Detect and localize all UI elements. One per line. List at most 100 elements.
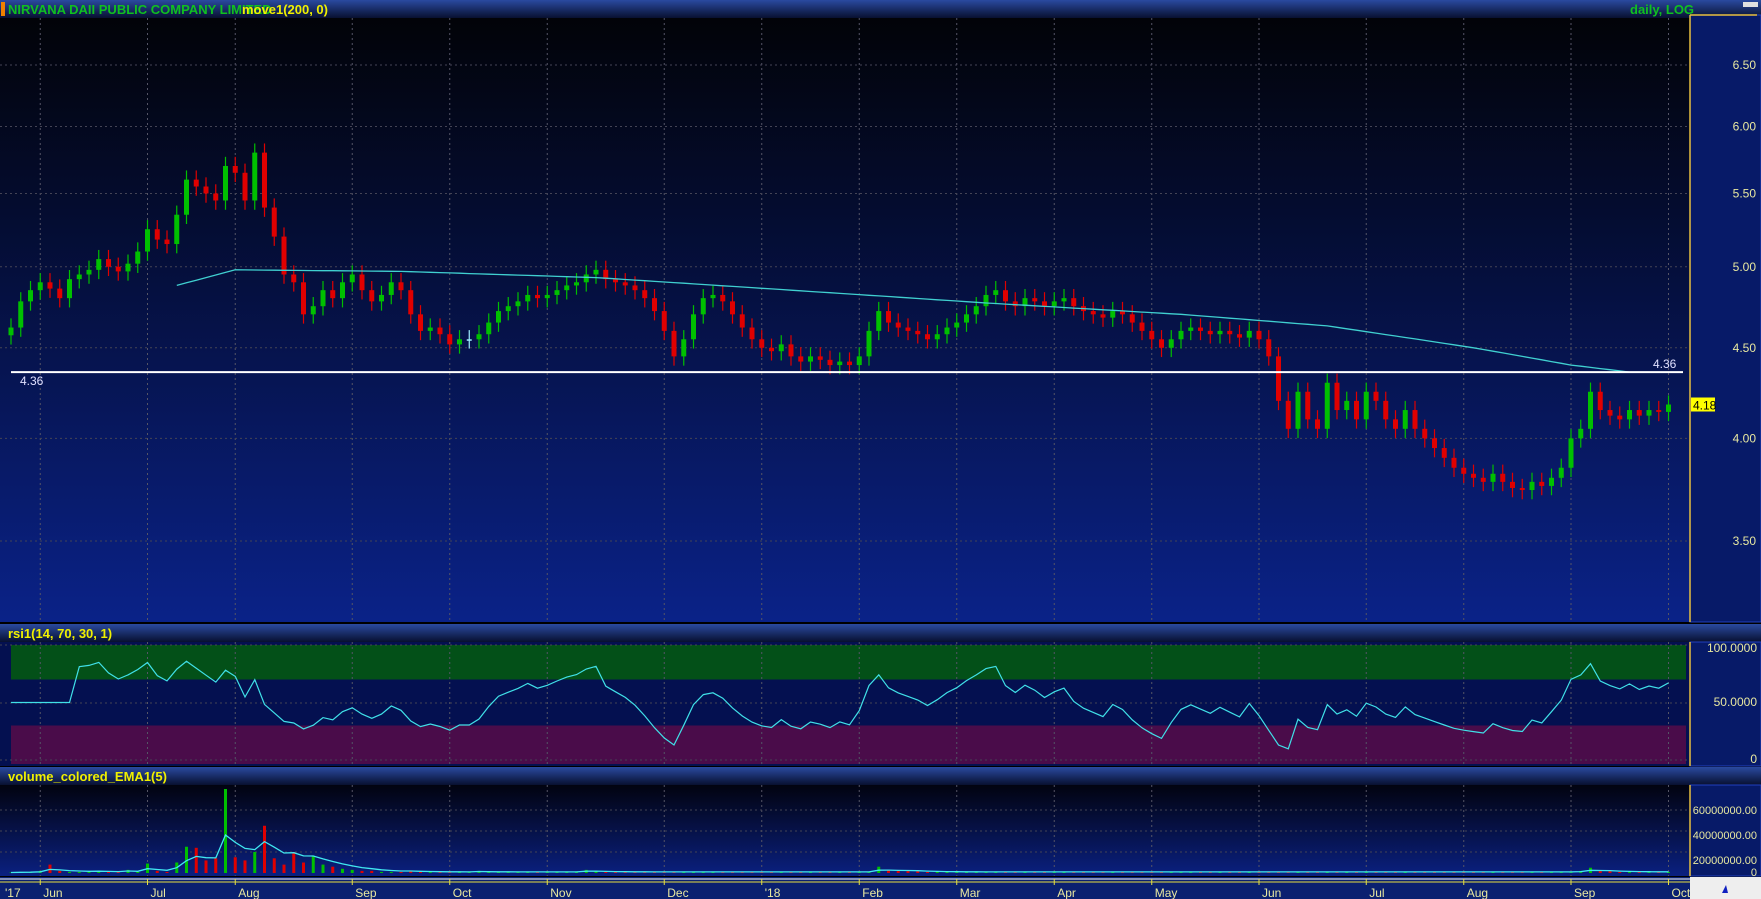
date-label: Sep	[355, 886, 377, 899]
volume-bar	[360, 870, 364, 873]
candle-body	[1139, 322, 1145, 331]
price-panel[interactable]	[0, 18, 1690, 622]
candle-body	[457, 339, 462, 345]
candle-body	[106, 259, 111, 267]
last-price-value: 4.18	[1693, 399, 1717, 413]
candle-body	[1188, 327, 1194, 331]
candle-body	[281, 236, 287, 275]
candle-body	[895, 322, 901, 328]
date-label: Aug	[238, 886, 259, 899]
candle-body	[379, 294, 384, 302]
vol-tick-60m: 60000000.00	[1693, 805, 1757, 817]
candle-body	[554, 290, 560, 295]
candle-body	[876, 311, 882, 331]
volume-bar	[1598, 870, 1602, 873]
candle-body	[252, 152, 258, 201]
date-label: Sep	[1574, 886, 1596, 899]
candle-body	[925, 334, 930, 340]
candle-body	[1100, 314, 1106, 318]
candle-body	[1607, 410, 1613, 416]
volume-bar	[302, 862, 305, 873]
candle-body	[1373, 391, 1379, 401]
candle-body	[213, 193, 219, 201]
price-tick-label: 6.50	[1733, 58, 1757, 72]
candle-body	[964, 314, 969, 323]
candle-body	[1529, 481, 1535, 491]
candle-body	[1568, 438, 1574, 468]
candle-body	[866, 330, 872, 357]
candle-body	[915, 330, 921, 335]
volume-bar	[136, 871, 140, 873]
panel-handle[interactable]	[1, 2, 5, 16]
volume-bar	[224, 789, 227, 873]
candle-body	[544, 294, 550, 299]
volume-bar	[399, 871, 403, 873]
candle-body	[535, 294, 540, 299]
candle-body	[203, 186, 209, 194]
candle-body	[1032, 298, 1038, 302]
date-label: Feb	[862, 886, 883, 899]
candle-body	[769, 347, 774, 352]
date-label: Oct	[453, 886, 472, 899]
candle-body	[973, 306, 979, 315]
candle-body	[76, 274, 82, 280]
candle-body	[1588, 391, 1593, 429]
candle-body	[1246, 330, 1252, 338]
candle-body	[1490, 473, 1496, 482]
date-label: Jul	[151, 886, 166, 899]
candle-body	[1159, 339, 1164, 348]
price-tick-label: 4.00	[1733, 431, 1757, 445]
candle-body	[184, 179, 189, 215]
candle-body	[1354, 400, 1359, 420]
volume-bar	[58, 870, 62, 873]
candle-body	[1276, 356, 1281, 401]
candle-body	[1285, 400, 1291, 429]
candle-body	[1061, 298, 1067, 302]
candle-body	[1256, 330, 1262, 340]
volume-bar	[263, 825, 266, 873]
price-axis[interactable]	[1689, 14, 1761, 623]
volume-bar	[155, 870, 159, 873]
candle-body	[564, 285, 570, 291]
candle-body	[1198, 327, 1203, 331]
candle-body	[1363, 391, 1369, 420]
symbol-name: NIRVANA DAII PUBLIC COMPANY LIMITED	[8, 2, 272, 17]
price-tick-label: 3.50	[1733, 534, 1757, 548]
candle-body	[447, 334, 453, 345]
candle-body	[1646, 410, 1652, 416]
candle-body	[1334, 382, 1340, 411]
volume-bar	[926, 871, 929, 873]
candle-body	[1266, 339, 1272, 357]
candle-body	[886, 311, 891, 323]
candle-body	[164, 239, 170, 245]
candle-body	[515, 301, 521, 307]
candle-body	[174, 214, 180, 245]
volume-bar	[194, 847, 198, 873]
volume-bar	[419, 871, 422, 873]
candle-body	[583, 274, 589, 283]
candle-body	[574, 282, 579, 286]
candle-body	[749, 327, 755, 340]
interval-label[interactable]: daily, LOG	[1630, 2, 1694, 17]
candle-body	[1207, 330, 1213, 335]
candle-body	[1217, 330, 1223, 335]
date-label: Jul	[1369, 886, 1384, 899]
volume-bar	[350, 869, 354, 873]
candle	[1276, 347, 1281, 411]
maximize-button[interactable]	[1743, 2, 1758, 7]
volume-title: volume_colored_EMA1(5)	[8, 769, 167, 784]
candle-body	[847, 361, 852, 366]
candle-body	[1295, 391, 1301, 429]
candle-body	[135, 251, 141, 264]
volume-bar	[214, 858, 218, 873]
candle-body	[496, 311, 501, 323]
candle-body	[1441, 448, 1447, 458]
volume-bar	[68, 871, 71, 873]
candle-body	[905, 327, 911, 331]
candle-body	[798, 356, 804, 362]
candle-body	[320, 290, 326, 307]
candle-body	[613, 279, 618, 283]
ma-indicator-label: move1(200, 0)	[242, 2, 328, 17]
candle-body	[1315, 419, 1320, 429]
candle-body	[67, 279, 72, 299]
